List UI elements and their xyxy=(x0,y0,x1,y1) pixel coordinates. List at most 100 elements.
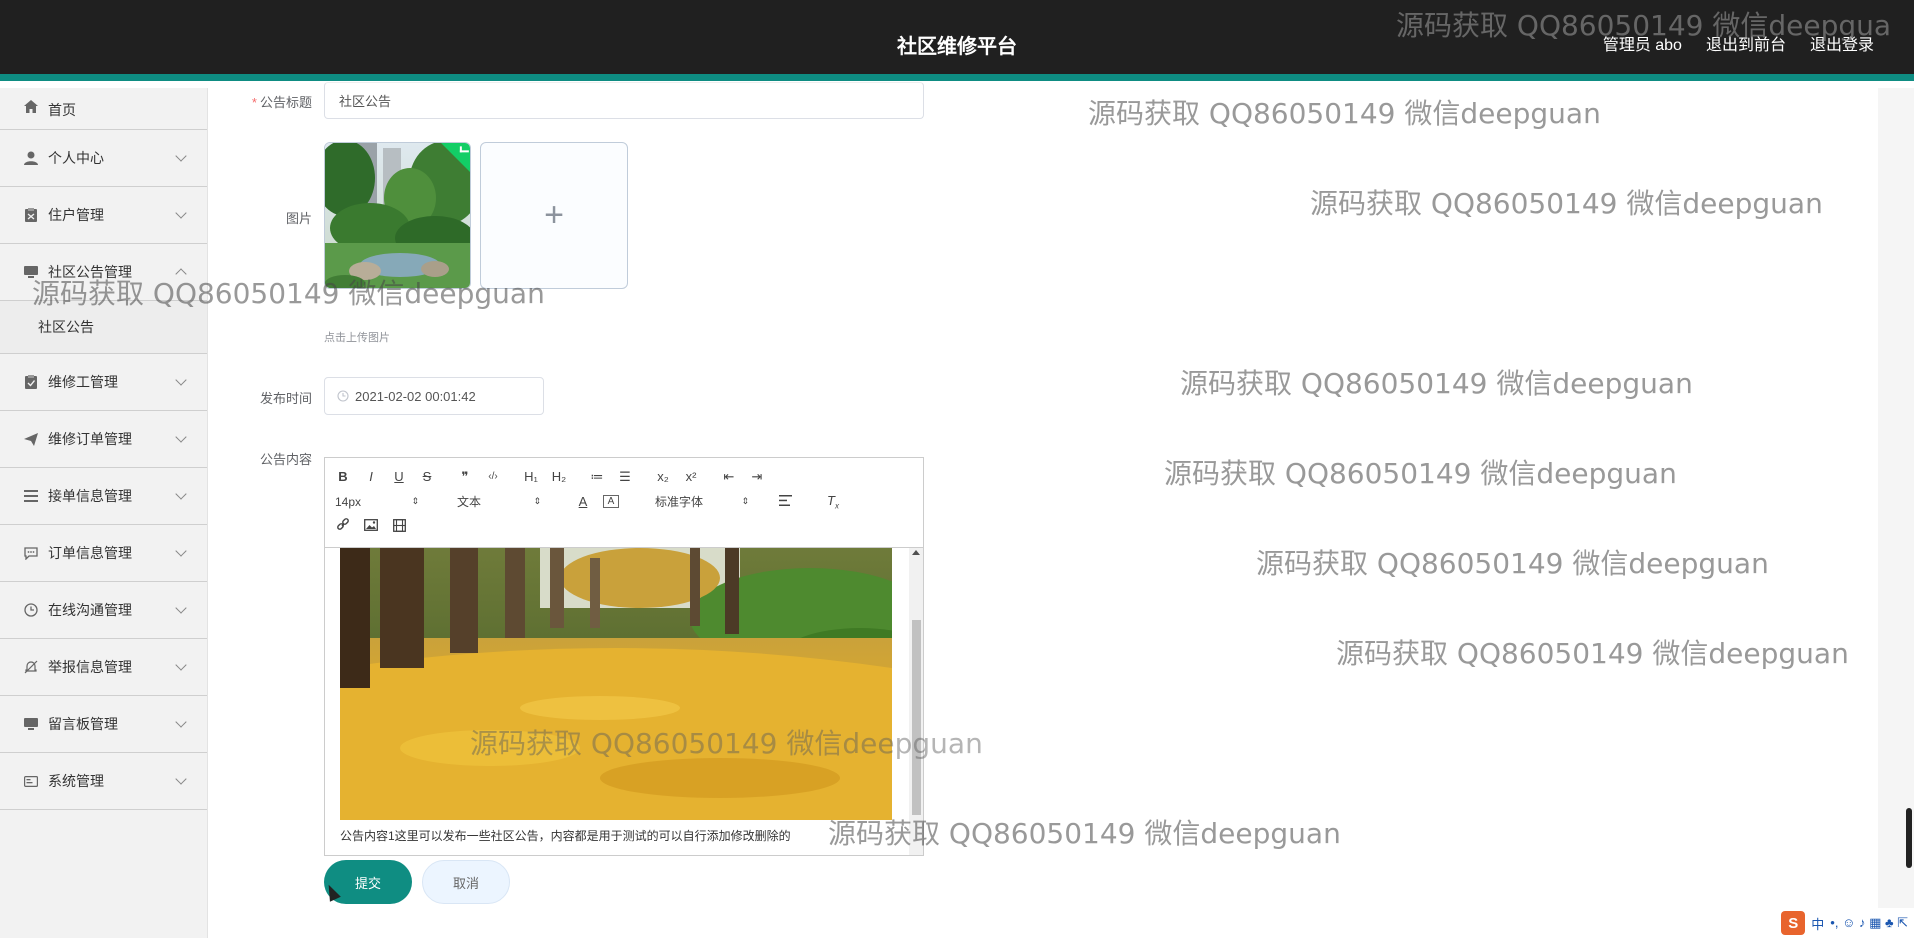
ime-symbols[interactable]: •, ☺ ♪ ▦ ♣ ⇱ xyxy=(1830,915,1908,931)
font-family-select[interactable]: 标准字体 ⇕ xyxy=(655,493,749,510)
send-icon xyxy=(22,432,40,446)
select-arrows-icon: ⇕ xyxy=(411,496,419,506)
card-icon xyxy=(22,775,40,787)
sidebar-item-repairmen[interactable]: 维修工管理 xyxy=(0,354,207,411)
chat-icon xyxy=(22,546,40,560)
chevron-down-icon xyxy=(175,207,187,219)
scrollbar-thumb[interactable] xyxy=(912,620,921,815)
toolbar-row-1: B I U S ❞ ‹/› H₁ H₂ ≔ ☰ x₂ x² ⇤ ⇥ xyxy=(335,464,913,489)
editor-toolbar: B I U S ❞ ‹/› H₁ H₂ ≔ ☰ x₂ x² ⇤ ⇥ 14px ⇕… xyxy=(325,458,923,548)
font-size-value: 14px xyxy=(335,494,362,509)
cancel-button[interactable]: 取消 xyxy=(422,860,510,904)
sidebar-item-label: 订单信息管理 xyxy=(48,545,132,561)
chevron-down-icon xyxy=(175,545,187,557)
sidebar-item-residents[interactable]: 住户管理 xyxy=(0,187,207,244)
chevron-down-icon xyxy=(175,268,187,280)
editor-content[interactable]: 公告内容1这里可以发布一些社区公告，内容都是用于测试的可以自行添加修改删除的 xyxy=(325,548,923,855)
content-text: 公告内容1这里可以发布一些社区公告，内容都是用于测试的可以自行添加修改删除的 xyxy=(340,829,791,843)
sidebar-item-label: 在线沟通管理 xyxy=(48,602,132,618)
bullet-list-button[interactable]: ☰ xyxy=(617,469,633,485)
toolbar-row-2: 14px ⇕ 文本 ⇕ A A 标准字体 ⇕ Tx xyxy=(335,489,913,514)
title-label: * 公告标题 xyxy=(251,95,312,110)
page-scroll-track[interactable] xyxy=(1878,88,1914,938)
watermark: 源码获取 QQ86050149 微信deepguan xyxy=(1256,547,1769,580)
code-block-button[interactable]: ‹/› xyxy=(485,471,501,482)
strike-button[interactable]: S xyxy=(419,469,435,484)
chevron-down-icon xyxy=(175,150,187,162)
sidebar-item-message-board[interactable]: 留言板管理 xyxy=(0,696,207,753)
sidebar-item-label: 系统管理 xyxy=(48,773,104,789)
sidebar-subitem-notice[interactable]: 社区公告 xyxy=(0,301,207,354)
sidebar-item-label: 留言板管理 xyxy=(48,716,118,732)
font-size-select[interactable]: 14px ⇕ xyxy=(335,495,419,509)
indent-button[interactable]: ⇥ xyxy=(749,469,765,485)
plus-icon: + xyxy=(544,196,564,234)
rich-text-editor[interactable]: B I U S ❞ ‹/› H₁ H₂ ≔ ☰ x₂ x² ⇤ ⇥ 14px ⇕… xyxy=(324,457,924,856)
sidebar-item-reports[interactable]: 举报信息管理 xyxy=(0,639,207,696)
scroll-up-arrow-icon[interactable] xyxy=(912,550,920,555)
sidebar-item-system[interactable]: 系统管理 xyxy=(0,753,207,810)
clipboard-check-icon xyxy=(22,375,40,389)
editor-scrollbar[interactable] xyxy=(909,548,923,855)
publish-time-label: 发布时间 xyxy=(259,391,312,406)
upload-add-button[interactable]: + xyxy=(480,142,628,289)
watermark: 源码获取 QQ86050149 微信deepguan xyxy=(1180,367,1693,400)
block-type-select[interactable]: 文本 ⇕ xyxy=(457,493,541,510)
chevron-down-icon xyxy=(175,431,187,443)
home-icon xyxy=(22,100,40,113)
clipboard-icon xyxy=(22,208,40,222)
sidebar: 首页 个人中心 住户管理 社区公告管理 社区公告 维修工管理 维修订单管理 接单… xyxy=(0,88,208,938)
video-icon[interactable] xyxy=(391,518,407,535)
clock-icon xyxy=(337,390,349,402)
align-left-icon[interactable] xyxy=(777,494,793,509)
publish-time-value: 2021-02-02 00:01:42 xyxy=(355,388,476,404)
sidebar-item-repair-orders[interactable]: 维修订单管理 xyxy=(0,411,207,468)
font-color-icon[interactable]: A xyxy=(575,494,591,509)
sidebar-item-label: 个人中心 xyxy=(48,150,104,166)
title-input[interactable]: 社区公告 xyxy=(324,82,924,119)
exit-to-front-link[interactable]: 退出到前台 xyxy=(1706,31,1786,55)
admin-user-link[interactable]: 管理员 abo xyxy=(1603,31,1682,55)
italic-button[interactable]: I xyxy=(363,469,379,484)
link-icon[interactable] xyxy=(335,518,351,535)
ordered-list-button[interactable]: ≔ xyxy=(589,469,605,485)
sidebar-item-home[interactable]: 首页 xyxy=(0,88,207,130)
ime-lang[interactable]: 中 xyxy=(1811,914,1824,933)
subscript-button[interactable]: x₂ xyxy=(655,469,671,484)
page-scroll-thumb[interactable] xyxy=(1906,808,1912,868)
sidebar-item-label: 住户管理 xyxy=(48,207,104,223)
select-arrows-icon: ⇕ xyxy=(533,496,541,506)
logout-link[interactable]: 退出登录 xyxy=(1810,31,1874,55)
upload-hint: 点击上传图片 xyxy=(324,332,390,344)
sogou-logo-icon: S xyxy=(1781,911,1806,935)
publish-time-picker[interactable]: 2021-02-02 00:01:42 xyxy=(324,377,544,415)
background-color-icon[interactable]: A xyxy=(603,495,619,508)
image-icon[interactable] xyxy=(363,519,379,534)
user-icon xyxy=(22,151,40,165)
blockquote-button[interactable]: ❞ xyxy=(457,469,473,485)
sidebar-item-notice-management[interactable]: 社区公告管理 xyxy=(0,244,207,301)
sidebar-item-accept-info[interactable]: 接单信息管理 xyxy=(0,468,207,525)
image-label: 图片 xyxy=(285,211,312,226)
outdent-button[interactable]: ⇤ xyxy=(721,469,737,485)
h2-button[interactable]: H₂ xyxy=(551,469,567,484)
sidebar-item-order-info[interactable]: 订单信息管理 xyxy=(0,525,207,582)
ime-toolbar[interactable]: S 中 •, ☺ ♪ ▦ ♣ ⇱ xyxy=(1775,908,1914,938)
underline-button[interactable]: U xyxy=(391,469,407,484)
uploaded-image-thumbnail[interactable] xyxy=(324,142,471,289)
clear-format-icon[interactable]: Tx xyxy=(825,493,841,511)
sidebar-item-label: 接单信息管理 xyxy=(48,488,132,504)
font-family-value: 标准字体 xyxy=(655,495,704,509)
garden-photo xyxy=(325,143,470,288)
superscript-button[interactable]: x² xyxy=(683,469,699,484)
watermark: 源码获取 QQ86050149 微信deepguan xyxy=(1336,637,1849,670)
bold-button[interactable]: B xyxy=(335,469,351,484)
h1-button[interactable]: H₁ xyxy=(523,469,539,484)
content-label: 公告内容 xyxy=(259,452,312,467)
sidebar-item-label: 举报信息管理 xyxy=(48,659,132,675)
chevron-down-icon xyxy=(175,488,187,500)
bell-off-icon xyxy=(22,660,40,674)
sidebar-item-label: 社区公告管理 xyxy=(48,264,132,280)
sidebar-item-personal-center[interactable]: 个人中心 xyxy=(0,130,207,187)
sidebar-item-online-chat[interactable]: 在线沟通管理 xyxy=(0,582,207,639)
